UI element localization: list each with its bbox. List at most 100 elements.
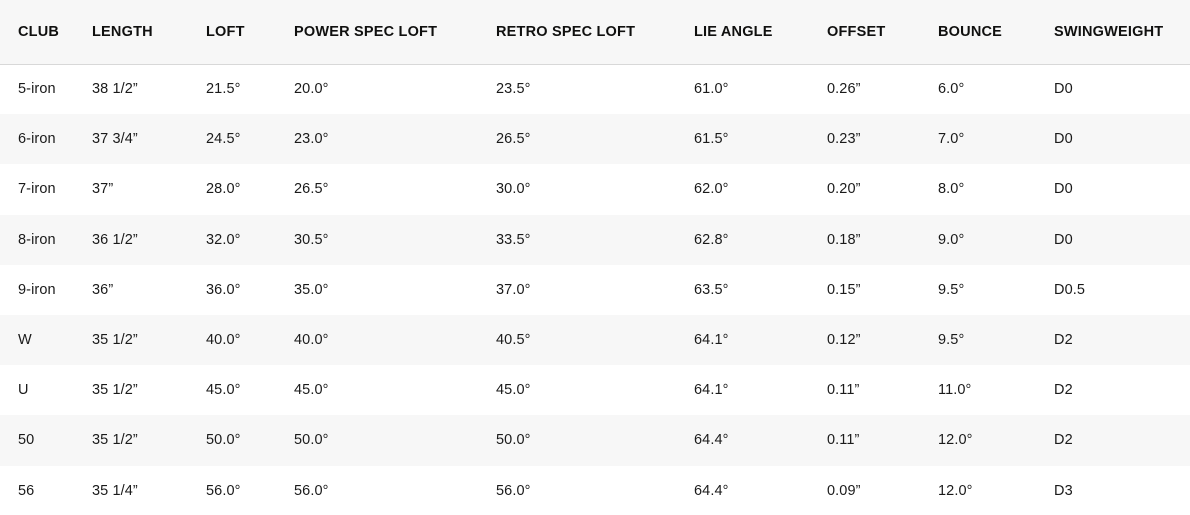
cell-club: 7-iron [0,164,92,214]
cell-length: 35 1/4” [92,466,206,515]
table-row: 6-iron37 3/4”24.5°23.0°26.5°61.5°0.23”7.… [0,114,1190,164]
cell-loft: 32.0° [206,215,294,265]
cell-swingweight: D3 [1054,466,1190,515]
cell-club: 50 [0,415,92,465]
cell-length: 35 1/2” [92,365,206,415]
column-header-club: CLUB [0,0,92,64]
club-specifications-page: CLUB LENGTH LOFT POWER SPEC LOFT RETRO S… [0,0,1190,515]
cell-power_spec: 50.0° [294,415,496,465]
cell-loft: 40.0° [206,315,294,365]
cell-offset: 0.20” [827,164,938,214]
cell-retro_spec: 30.0° [496,164,694,214]
column-header-bounce: BOUNCE [938,0,1054,64]
cell-bounce: 8.0° [938,164,1054,214]
cell-offset: 0.18” [827,215,938,265]
cell-power_spec: 26.5° [294,164,496,214]
cell-club: 6-iron [0,114,92,164]
cell-retro_spec: 40.5° [496,315,694,365]
cell-retro_spec: 37.0° [496,265,694,315]
cell-loft: 28.0° [206,164,294,214]
cell-power_spec: 20.0° [294,64,496,114]
cell-club: 8-iron [0,215,92,265]
cell-length: 35 1/2” [92,415,206,465]
cell-lie_angle: 61.5° [694,114,827,164]
cell-lie_angle: 62.0° [694,164,827,214]
cell-swingweight: D2 [1054,315,1190,365]
cell-length: 36” [92,265,206,315]
cell-retro_spec: 45.0° [496,365,694,415]
cell-offset: 0.12” [827,315,938,365]
table-header-row: CLUB LENGTH LOFT POWER SPEC LOFT RETRO S… [0,0,1190,64]
table-row: 8-iron36 1/2”32.0°30.5°33.5°62.8°0.18”9.… [0,215,1190,265]
cell-retro_spec: 26.5° [496,114,694,164]
table-row: 5035 1/2”50.0°50.0°50.0°64.4°0.11”12.0°D… [0,415,1190,465]
cell-lie_angle: 64.1° [694,315,827,365]
cell-club: 9-iron [0,265,92,315]
cell-bounce: 9.0° [938,215,1054,265]
table-row: U35 1/2”45.0°45.0°45.0°64.1°0.11”11.0°D2 [0,365,1190,415]
column-header-swingweight: SWINGWEIGHT [1054,0,1190,64]
club-specifications-table: CLUB LENGTH LOFT POWER SPEC LOFT RETRO S… [0,0,1190,515]
cell-swingweight: D0 [1054,215,1190,265]
column-header-loft: LOFT [206,0,294,64]
cell-club: W [0,315,92,365]
cell-length: 38 1/2” [92,64,206,114]
cell-offset: 0.11” [827,365,938,415]
cell-club: 56 [0,466,92,515]
cell-retro_spec: 50.0° [496,415,694,465]
cell-retro_spec: 23.5° [496,64,694,114]
cell-offset: 0.11” [827,415,938,465]
cell-swingweight: D0 [1054,164,1190,214]
cell-offset: 0.09” [827,466,938,515]
cell-retro_spec: 33.5° [496,215,694,265]
cell-bounce: 9.5° [938,265,1054,315]
cell-loft: 21.5° [206,64,294,114]
cell-swingweight: D0 [1054,114,1190,164]
cell-loft: 24.5° [206,114,294,164]
cell-loft: 56.0° [206,466,294,515]
cell-swingweight: D2 [1054,365,1190,415]
cell-swingweight: D2 [1054,415,1190,465]
table-row: 9-iron36”36.0°35.0°37.0°63.5°0.15”9.5°D0… [0,265,1190,315]
cell-power_spec: 23.0° [294,114,496,164]
cell-power_spec: 35.0° [294,265,496,315]
cell-bounce: 7.0° [938,114,1054,164]
cell-bounce: 12.0° [938,466,1054,515]
cell-offset: 0.26” [827,64,938,114]
table-header: CLUB LENGTH LOFT POWER SPEC LOFT RETRO S… [0,0,1190,64]
table-row: 5-iron38 1/2”21.5°20.0°23.5°61.0°0.26”6.… [0,64,1190,114]
cell-offset: 0.15” [827,265,938,315]
cell-swingweight: D0 [1054,64,1190,114]
cell-length: 35 1/2” [92,315,206,365]
column-header-retro-spec-loft: RETRO SPEC LOFT [496,0,694,64]
cell-power_spec: 30.5° [294,215,496,265]
cell-length: 37” [92,164,206,214]
column-header-length: LENGTH [92,0,206,64]
column-header-offset: OFFSET [827,0,938,64]
cell-retro_spec: 56.0° [496,466,694,515]
cell-bounce: 12.0° [938,415,1054,465]
cell-loft: 36.0° [206,265,294,315]
cell-bounce: 11.0° [938,365,1054,415]
cell-lie_angle: 63.5° [694,265,827,315]
column-header-power-spec-loft: POWER SPEC LOFT [294,0,496,64]
cell-loft: 45.0° [206,365,294,415]
table-body: 5-iron38 1/2”21.5°20.0°23.5°61.0°0.26”6.… [0,64,1190,515]
cell-power_spec: 45.0° [294,365,496,415]
table-row: 7-iron37”28.0°26.5°30.0°62.0°0.20”8.0°D0 [0,164,1190,214]
cell-lie_angle: 61.0° [694,64,827,114]
cell-power_spec: 40.0° [294,315,496,365]
cell-club: 5-iron [0,64,92,114]
cell-lie_angle: 64.1° [694,365,827,415]
cell-swingweight: D0.5 [1054,265,1190,315]
cell-length: 36 1/2” [92,215,206,265]
cell-bounce: 6.0° [938,64,1054,114]
cell-lie_angle: 64.4° [694,466,827,515]
cell-loft: 50.0° [206,415,294,465]
column-header-lie-angle: LIE ANGLE [694,0,827,64]
cell-lie_angle: 62.8° [694,215,827,265]
table-row: 5635 1/4”56.0°56.0°56.0°64.4°0.09”12.0°D… [0,466,1190,515]
table-row: W35 1/2”40.0°40.0°40.5°64.1°0.12”9.5°D2 [0,315,1190,365]
cell-bounce: 9.5° [938,315,1054,365]
cell-club: U [0,365,92,415]
